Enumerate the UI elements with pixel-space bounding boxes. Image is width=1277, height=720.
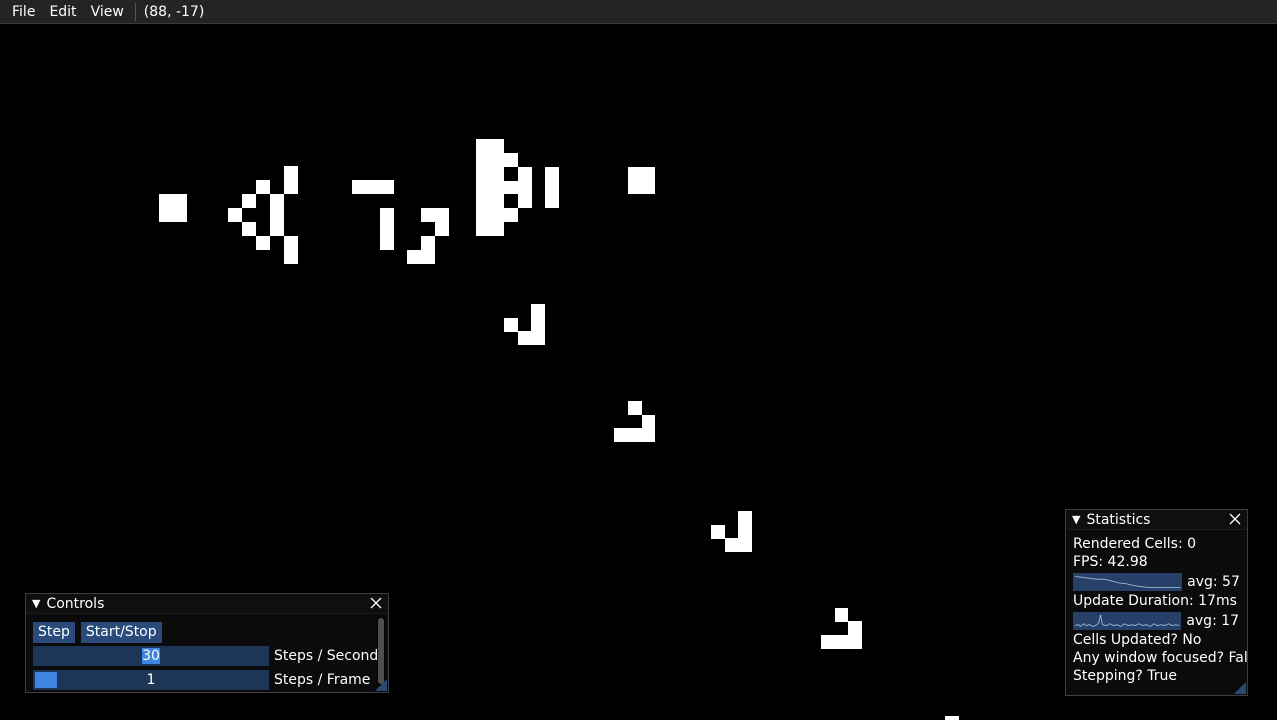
cell xyxy=(256,180,270,194)
steps-per-frame-value: 1 xyxy=(146,672,156,688)
controls-title: Controls xyxy=(46,595,105,612)
resize-grip-icon[interactable] xyxy=(1234,682,1246,694)
cell xyxy=(531,304,545,345)
cell xyxy=(628,167,655,194)
cell xyxy=(821,635,848,649)
cell xyxy=(476,208,504,236)
cell xyxy=(159,194,187,222)
cell xyxy=(518,194,532,208)
cell xyxy=(642,415,655,442)
resize-grip-icon[interactable] xyxy=(375,679,387,691)
cell xyxy=(835,608,848,622)
controls-window[interactable]: ▼ Controls Step Start/Stop 30 Steps / Se… xyxy=(25,593,389,693)
cell xyxy=(518,331,532,345)
cell xyxy=(242,194,256,208)
cell xyxy=(352,180,394,194)
cell xyxy=(270,194,284,236)
fps-avg-text: avg: 57. xyxy=(1187,573,1240,590)
steps-per-second-input[interactable]: 30 xyxy=(33,646,269,666)
collapse-triangle-icon[interactable]: ▼ xyxy=(32,597,40,610)
menu-view[interactable]: View xyxy=(84,0,131,24)
cell xyxy=(518,167,532,181)
cursor-coordinates: (88, -17) xyxy=(143,3,205,20)
cell xyxy=(725,538,738,552)
cell xyxy=(711,525,725,539)
menu-separator xyxy=(134,2,136,21)
steps-per-frame-slider[interactable]: 1 xyxy=(33,670,269,690)
cell xyxy=(504,318,518,332)
cell xyxy=(421,236,435,250)
steps-per-second-value: 30 xyxy=(142,648,160,664)
collapse-triangle-icon[interactable]: ▼ xyxy=(1072,513,1080,526)
cell xyxy=(256,236,270,250)
cell xyxy=(504,208,518,222)
statistics-window[interactable]: ▼ Statistics Rendered Cells: 0 FPS: 42.9… xyxy=(1065,509,1248,696)
cell xyxy=(228,208,242,222)
close-icon[interactable] xyxy=(368,595,384,611)
scrollbar-thumb[interactable] xyxy=(378,618,384,684)
cell xyxy=(435,222,449,236)
menu-edit[interactable]: Edit xyxy=(42,0,83,24)
cells-updated-text: Cells Updated? No xyxy=(1073,632,1202,648)
cell xyxy=(738,511,752,552)
cell xyxy=(380,208,394,250)
cell xyxy=(284,236,298,264)
update-duration-text: Update Duration: 17ms xyxy=(1073,593,1237,609)
update-duration-plot[interactable] xyxy=(1073,611,1182,630)
start-stop-button[interactable]: Start/Stop xyxy=(80,621,162,643)
cell xyxy=(407,250,435,264)
fps-plot[interactable] xyxy=(1073,572,1183,591)
cell xyxy=(504,181,532,194)
update-avg-text: avg: 17r xyxy=(1186,612,1240,629)
cell xyxy=(421,208,449,222)
cell xyxy=(945,716,959,720)
cell xyxy=(848,621,862,649)
cell xyxy=(476,139,504,167)
cell xyxy=(284,166,298,194)
controls-titlebar[interactable]: ▼ Controls xyxy=(26,594,388,614)
cell xyxy=(476,167,504,208)
close-icon[interactable] xyxy=(1227,511,1243,527)
steps-per-frame-label: Steps / Frame xyxy=(274,672,371,688)
statistics-title: Statistics xyxy=(1086,511,1151,528)
cell xyxy=(614,428,642,442)
steps-per-second-label: Steps / Second xyxy=(274,648,379,664)
fps-text: FPS: 42.98 xyxy=(1073,554,1148,570)
menu-file[interactable]: File xyxy=(0,0,42,24)
cell xyxy=(545,167,559,208)
cell xyxy=(504,153,518,167)
stepping-text: Stepping? True xyxy=(1073,668,1178,684)
statistics-titlebar[interactable]: ▼ Statistics xyxy=(1066,510,1247,530)
menu-bar: File Edit View (88, -17) xyxy=(0,0,1277,24)
rendered-cells-text: Rendered Cells: 0 xyxy=(1073,536,1197,552)
controls-scrollbar[interactable] xyxy=(377,616,385,686)
cell xyxy=(628,401,642,415)
step-button[interactable]: Step xyxy=(33,621,75,643)
cell xyxy=(242,222,256,236)
any-window-focused-text: Any window focused? False xyxy=(1073,650,1248,666)
